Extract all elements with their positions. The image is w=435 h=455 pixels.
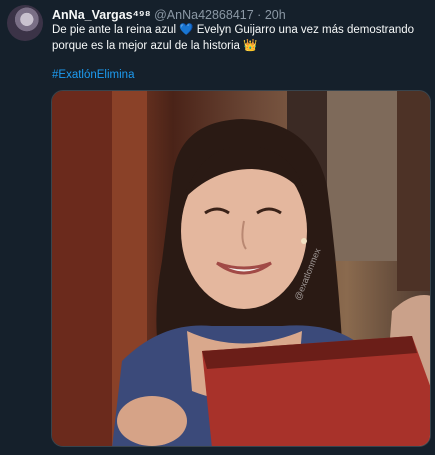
blue-heart-icon: 💙 <box>179 24 194 36</box>
bg-left-wall <box>52 91 112 446</box>
tweet-text-line2: porque es la mejor azul de la historia <box>52 40 244 52</box>
hand <box>117 396 187 446</box>
tweet-text-part2: Evelyn Guijarro una vez más demostrando <box>193 24 415 36</box>
user-handle[interactable]: @AnNa42868417 <box>154 8 254 22</box>
tweet[interactable]: AnNa_Vargas⁴⁹⁸ @AnNa42868417 · 20h De pi… <box>0 0 435 455</box>
tweet-timestamp[interactable]: 20h <box>265 8 286 22</box>
tweet-text-part1: De pie ante la reina azul <box>52 24 180 36</box>
hashtag-link[interactable]: #ExatlónElimina <box>52 67 134 83</box>
bg-window <box>327 91 397 261</box>
user-avatar[interactable] <box>7 5 43 41</box>
earring <box>301 238 307 244</box>
crown-icon: 👑 <box>243 40 258 52</box>
tweet-photo[interactable]: @exatlonmex <box>51 90 431 447</box>
tweet-text: De pie ante la reina azul 💙 Evelyn Guija… <box>52 22 422 54</box>
bg-post <box>397 91 430 291</box>
separator-dot: · <box>257 8 262 22</box>
display-name[interactable]: AnNa_Vargas⁴⁹⁸ <box>52 8 151 22</box>
tweet-header: AnNa_Vargas⁴⁹⁸ @AnNa42868417 · 20h <box>52 7 425 23</box>
photo-illustration: @exatlonmex <box>52 91 430 446</box>
